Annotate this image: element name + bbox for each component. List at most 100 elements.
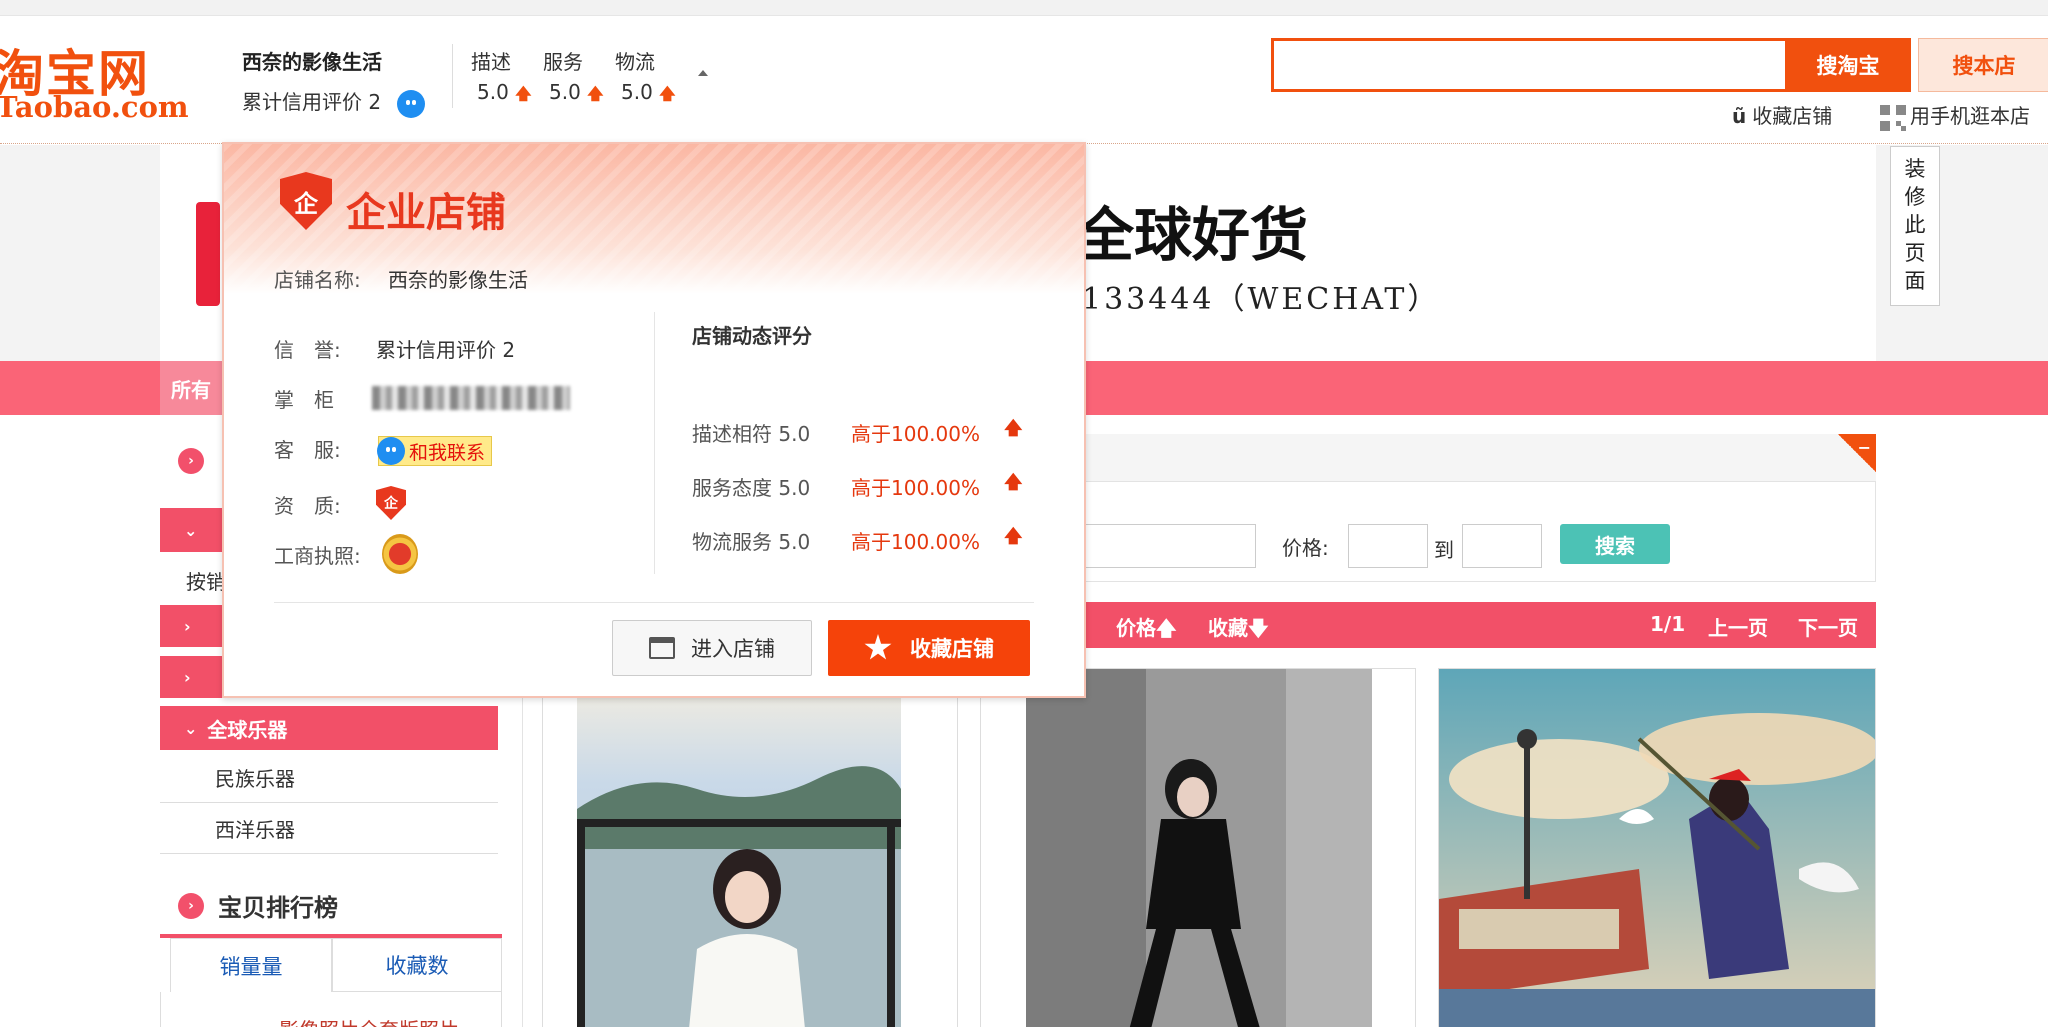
fav-icon: ũ	[1732, 104, 1747, 128]
shop-name-label: 店铺名称:	[274, 268, 361, 292]
arrow-up-icon: 🡅	[515, 84, 532, 103]
search-panel-header	[1040, 434, 1876, 482]
dsr-compare-desc: 高于100.00%	[851, 422, 980, 446]
top-strip	[0, 0, 2048, 16]
to-label: 到	[1434, 538, 1454, 562]
product-photo-girl-wall	[1026, 669, 1372, 1027]
credit-text: 累计信用评价 2	[242, 90, 382, 114]
fav-shop-link[interactable]: ũ 收藏店铺	[1732, 100, 1832, 129]
credit-rating: 累计信用评价 2	[242, 86, 426, 118]
chevron-down-icon: ⌄	[184, 718, 198, 738]
favorite-shop-button[interactable]: 收藏店铺	[828, 620, 1030, 676]
qr-code-icon	[1880, 104, 1906, 131]
enterprise-badge-icon[interactable]: 企	[376, 486, 406, 520]
taobao-logo-text[interactable]: Taobao.com	[0, 90, 189, 124]
tab-favorites[interactable]: 收藏数	[332, 938, 502, 992]
dsr-compare-logistics: 高于100.00%	[851, 530, 980, 554]
arrow-up-icon: 🡅	[659, 84, 676, 103]
arrow-up-icon: 🡅	[1004, 418, 1023, 439]
chevron-down-icon: ⌄	[184, 520, 198, 540]
chevron-right-icon: ›	[178, 448, 204, 474]
chevron-right-icon: ›	[178, 892, 204, 919]
dsr-value-desc: 5.0 🡅	[477, 80, 532, 104]
price-from-input[interactable]	[1348, 524, 1428, 568]
arrow-up-icon: 🡅	[587, 84, 604, 103]
dsr-value-logistics: 5.0 🡅	[621, 80, 676, 104]
arrow-up-icon: 🡅	[1004, 526, 1023, 547]
shop-name-value: 西奈的影像生活	[388, 268, 528, 292]
banner-logo	[196, 202, 220, 306]
credit-label: 信 誉:	[274, 338, 341, 362]
sort-by-price[interactable]: 价格🡅	[1116, 612, 1177, 648]
product-image[interactable]	[1026, 669, 1372, 1027]
shop-name[interactable]: 西奈的影像生活	[242, 46, 382, 75]
sort-label[interactable]: 按销	[186, 566, 226, 595]
collapse-corner-icon[interactable]: −	[1838, 434, 1876, 472]
popup-divider	[654, 312, 655, 574]
section-header: ›	[178, 448, 204, 474]
arrow-down-icon: 🡇	[1248, 616, 1269, 640]
prev-page-link[interactable]: 上一页	[1708, 612, 1768, 641]
product-card[interactable]	[980, 668, 1416, 1027]
contact-me-button[interactable]: 和我联系	[377, 436, 493, 466]
dsr-label-desc: 描述	[471, 50, 511, 74]
divider	[452, 44, 453, 108]
credit-value: 累计信用评价 2	[376, 338, 516, 362]
wangwang-icon	[377, 437, 405, 465]
dsr-row-service: 服务态度 5.0	[692, 476, 811, 500]
dsr-compare-service: 高于100.00%	[851, 476, 980, 500]
wangwang-icon[interactable]	[397, 89, 426, 118]
collapse-caret-icon[interactable]	[698, 70, 708, 76]
sort-bar: 价格🡅 收藏🡇 1/1 上一页 下一页	[1040, 602, 1876, 648]
rank-title: 宝贝排行榜	[218, 894, 338, 922]
product-image[interactable]	[577, 669, 901, 1027]
nav-all-categories[interactable]: 所有	[160, 361, 222, 415]
price-label: 价格:	[1282, 536, 1329, 560]
business-license-icon[interactable]	[382, 534, 418, 574]
product-card[interactable]	[1438, 668, 1876, 1027]
search-input[interactable]	[1271, 38, 1787, 92]
star-icon	[864, 634, 892, 660]
chevron-right-icon: ›	[184, 667, 191, 687]
product-photo-illustration	[1439, 669, 1875, 1027]
enter-shop-button[interactable]: 进入店铺	[612, 620, 812, 676]
product-image[interactable]	[1439, 669, 1875, 1027]
search-taobao-button[interactable]: 搜淘宝	[1785, 38, 1911, 92]
popup-footer-divider	[274, 602, 1034, 603]
search-shop-button[interactable]: 搜本店	[1918, 38, 2048, 92]
dsr-row-desc: 描述相符 5.0	[692, 422, 811, 446]
sort-by-favorites[interactable]: 收藏🡇	[1208, 612, 1269, 648]
shop-search-button[interactable]: 搜索	[1560, 524, 1670, 564]
popup-title: 企业店铺	[346, 190, 506, 236]
dsr-label-logistics: 物流	[615, 50, 655, 74]
rank-list: 影像照片全套版照片	[160, 992, 502, 1027]
dsr-row-logistics: 物流服务 5.0	[692, 530, 811, 554]
dsr-title: 店铺动态评分	[692, 324, 812, 348]
decorate-page-button[interactable]: 装修此页面	[1890, 146, 1940, 306]
qualification-label: 资 质:	[274, 494, 341, 518]
dsr-value-service: 5.0 🡅	[549, 80, 604, 104]
store-icon	[649, 637, 675, 659]
rank-header: › 宝贝排行榜	[178, 888, 338, 923]
arrow-up-icon: 🡅	[1156, 616, 1177, 640]
rank-item[interactable]: 影像照片全套版照片	[279, 1014, 459, 1027]
price-to-input[interactable]	[1462, 524, 1542, 568]
mobile-shop-link[interactable]: 用手机逛本店	[1880, 100, 2030, 131]
category-global-instruments[interactable]: ⌄ 全球乐器	[160, 706, 498, 750]
product-card[interactable]	[542, 668, 958, 1027]
banner-title: 全球好货	[1076, 201, 1309, 269]
license-label: 工商执照:	[274, 544, 361, 568]
owner-label: 掌 柜	[274, 388, 334, 412]
owner-name-blurred	[372, 386, 570, 410]
service-label: 客 服:	[274, 438, 341, 462]
enterprise-shield-icon: 企	[280, 172, 332, 230]
product-photo-girl-lake	[577, 669, 901, 1027]
subcategory-item[interactable]: 西洋乐器	[160, 804, 498, 854]
dsr-label-service: 服务	[543, 50, 583, 74]
banner-subtitle: 133444（WECHAT）	[1082, 282, 1441, 317]
subcategory-item[interactable]: 民族乐器	[160, 753, 498, 803]
tab-sales[interactable]: 销量量	[170, 938, 332, 992]
page-indicator: 1/1	[1650, 612, 1686, 636]
arrow-up-icon: 🡅	[1004, 472, 1023, 493]
next-page-link[interactable]: 下一页	[1798, 612, 1858, 641]
